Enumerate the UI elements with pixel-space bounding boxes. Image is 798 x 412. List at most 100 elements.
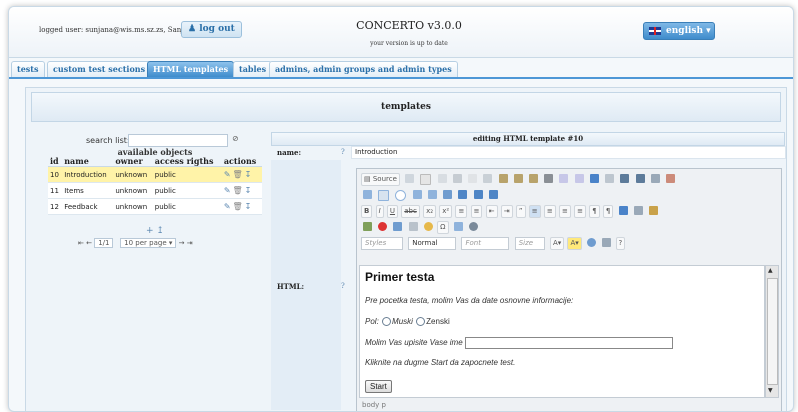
name-field[interactable]: Introduction	[351, 146, 786, 159]
italic-icon[interactable]: I	[375, 205, 384, 218]
image-button-icon[interactable]	[473, 190, 483, 199]
checkbox-icon[interactable]	[378, 190, 390, 201]
edit-icon[interactable]: ✎	[224, 186, 233, 195]
remove-format-icon[interactable]	[666, 174, 676, 183]
redo-icon[interactable]	[605, 174, 615, 183]
export-icon[interactable]: ↧	[245, 170, 254, 179]
underline-icon[interactable]: U	[386, 205, 399, 218]
rtl-icon[interactable]: ¶	[602, 205, 614, 218]
per-page-select[interactable]: 10 per page ▾	[120, 238, 177, 248]
add-icon[interactable]: +	[146, 226, 154, 236]
paste-word-icon[interactable]	[529, 174, 539, 183]
horizontal-rule-icon[interactable]	[408, 222, 418, 231]
delete-icon[interactable]: 🗑	[233, 202, 245, 211]
prev-page-icon[interactable]: ←	[86, 239, 92, 247]
maximize-icon[interactable]	[587, 238, 597, 247]
scroll-thumb[interactable]	[767, 278, 778, 385]
align-center-icon[interactable]: ≡	[543, 205, 556, 218]
text-color-icon[interactable]: A▾	[549, 237, 565, 250]
tab-admins[interactable]: admins, admin groups and admin types	[269, 61, 458, 77]
font-select[interactable]: Font	[461, 237, 510, 250]
edit-icon[interactable]: ✎	[224, 170, 233, 179]
align-right-icon[interactable]: ≡	[558, 205, 571, 218]
tab-tests[interactable]: tests	[11, 61, 45, 77]
form-icon[interactable]	[363, 190, 372, 199]
flash-icon[interactable]	[378, 222, 388, 231]
bulleted-list-icon[interactable]: ≡	[470, 205, 483, 218]
hidden-field-icon[interactable]	[488, 190, 498, 199]
table-row[interactable]: 12 Feedback unknown public ✎🗑↧	[48, 198, 262, 215]
export-icon[interactable]: ↧	[245, 202, 254, 211]
tab-tables[interactable]: tables	[233, 61, 273, 77]
bold-icon[interactable]: B	[361, 205, 373, 218]
image-icon[interactable]	[363, 222, 372, 231]
next-page-icon[interactable]: →	[179, 239, 185, 247]
table-icon[interactable]	[393, 222, 403, 231]
tab-custom-test-sections[interactable]: custom test sections	[47, 61, 152, 77]
logout-button[interactable]: ♟ log out	[181, 21, 242, 38]
templates-icon[interactable]	[452, 174, 462, 183]
preview-icon[interactable]	[437, 174, 447, 183]
table-row[interactable]: 11 Items unknown public ✎🗑↧	[48, 182, 262, 199]
iframe-icon[interactable]	[469, 222, 478, 231]
print-icon[interactable]	[544, 174, 554, 183]
spellcheck-icon[interactable]	[559, 174, 569, 183]
subscript-icon[interactable]: x₂	[423, 205, 437, 218]
paste-icon[interactable]	[498, 174, 508, 183]
link-icon[interactable]	[618, 206, 628, 215]
outdent-icon[interactable]: ⇤	[485, 205, 498, 218]
save-icon[interactable]	[405, 174, 415, 183]
edit-icon[interactable]: ✎	[224, 202, 233, 211]
indent-icon[interactable]: ⇥	[500, 205, 513, 218]
undo-icon[interactable]	[589, 174, 599, 183]
editor-content-area[interactable]: Primer testa Pre pocetka testa, molim Va…	[359, 265, 765, 398]
textarea-icon[interactable]	[427, 190, 437, 199]
new-page-icon[interactable]	[420, 174, 432, 185]
source-button[interactable]: ▤ Source	[361, 173, 400, 186]
find-icon[interactable]	[620, 174, 630, 183]
replace-icon[interactable]	[635, 174, 645, 183]
select-all-icon[interactable]	[650, 174, 660, 183]
scroll-down-icon[interactable]: ▼	[768, 387, 773, 394]
format-select[interactable]: Normal	[408, 237, 457, 250]
size-select[interactable]: Size	[514, 237, 545, 250]
cut-icon[interactable]	[468, 174, 478, 183]
html-help-icon[interactable]: ?	[341, 282, 345, 290]
radio-female[interactable]	[416, 317, 426, 327]
export-icon[interactable]: ↧	[245, 186, 254, 195]
delete-icon[interactable]: 🗑	[233, 170, 245, 179]
search-input[interactable]	[128, 134, 228, 147]
scroll-up-icon[interactable]: ▲	[768, 267, 773, 274]
paste-text-icon[interactable]	[513, 174, 523, 183]
select-icon[interactable]	[443, 190, 453, 199]
delete-icon[interactable]: 🗑	[233, 186, 245, 195]
ltr-icon[interactable]: ¶	[589, 205, 600, 218]
last-page-icon[interactable]: ⇥	[187, 239, 193, 247]
textfield-icon[interactable]	[412, 190, 422, 199]
copy-icon[interactable]	[483, 174, 493, 183]
table-row[interactable]: 10 Introduction unknown public ✎🗑↧	[48, 166, 262, 183]
editor-scrollbar[interactable]: ▲ ▼	[765, 265, 779, 398]
radio-icon[interactable]	[395, 190, 407, 201]
scayt-icon[interactable]	[574, 174, 584, 183]
strike-icon[interactable]: abc	[401, 205, 420, 218]
radio-male[interactable]	[382, 317, 392, 327]
styles-select[interactable]: Styles	[361, 237, 403, 250]
special-char-icon[interactable]: Ω	[437, 221, 449, 234]
smiley-icon[interactable]	[423, 222, 433, 231]
numbered-list-icon[interactable]: ≡	[455, 205, 468, 218]
start-button[interactable]: Start	[365, 380, 392, 393]
button-icon[interactable]	[458, 190, 468, 199]
clear-search-icon[interactable]: ⊘	[232, 134, 239, 143]
about-icon[interactable]: ?	[615, 237, 626, 250]
name-help-icon[interactable]: ?	[341, 148, 345, 156]
blockquote-icon[interactable]: ”	[515, 205, 526, 218]
bg-color-icon[interactable]: A▾	[567, 237, 582, 250]
page-break-icon[interactable]	[453, 222, 463, 231]
show-blocks-icon[interactable]	[602, 238, 612, 247]
respondent-name-input[interactable]	[464, 337, 673, 349]
tab-html-templates[interactable]: HTML templates	[147, 61, 235, 77]
language-dropdown[interactable]: english ▾	[643, 22, 715, 40]
anchor-icon[interactable]	[649, 206, 659, 215]
unlink-icon[interactable]	[633, 206, 643, 215]
